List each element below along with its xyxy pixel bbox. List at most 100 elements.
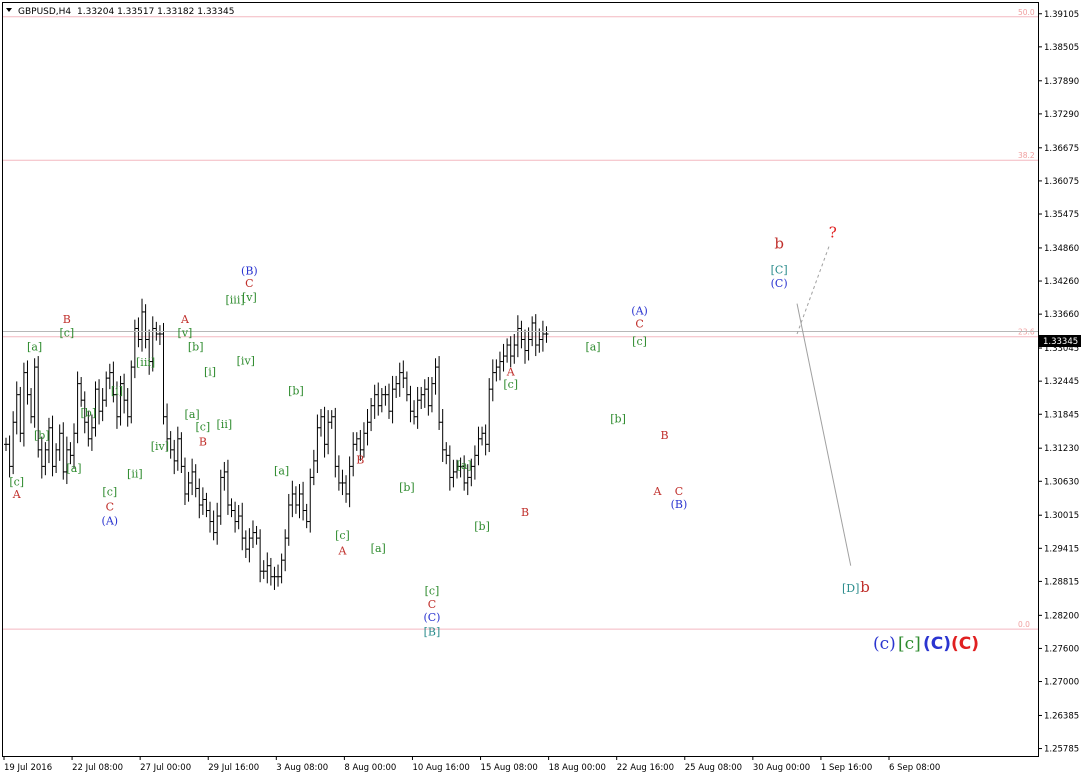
wave-label-1: [c]: [9, 476, 24, 489]
x-tick-label-8: 18 Aug 00:00: [549, 763, 606, 773]
wave-label-56: ?: [829, 223, 837, 241]
wave-label-43: B: [521, 506, 529, 519]
wave-label-37: (C): [423, 611, 440, 624]
big-wave-label-3: (C): [951, 634, 979, 654]
wave-label-23: (B): [241, 264, 258, 277]
wave-label-10: (A): [102, 514, 119, 527]
wave-label-50: A: [652, 485, 662, 498]
chart-background: [0, 0, 1081, 777]
x-tick-label-7: 15 Aug 08:00: [481, 763, 538, 773]
wave-label-6: [a]: [66, 462, 81, 475]
price-tag-text: 1.33345: [1043, 337, 1078, 347]
x-tick-label-6: 10 Aug 16:00: [412, 763, 469, 773]
x-tick-label-13: 6 Sep 08:00: [889, 763, 940, 773]
wave-label-21: B: [199, 435, 207, 448]
y-tick-label-20: 1.27000: [1044, 678, 1079, 688]
big-wave-labels: (c) [c] (C) (C): [873, 634, 979, 654]
x-tick-label-4: 3 Aug 08:00: [276, 763, 328, 773]
y-tick-label-16: 1.29415: [1044, 544, 1079, 554]
y-tick-label-3: 1.37290: [1044, 110, 1079, 120]
y-tick-label-21: 1.26385: [1044, 711, 1079, 721]
y-tick-label-6: 1.35475: [1044, 210, 1079, 220]
wave-label-34: [b]: [399, 481, 415, 494]
y-tick-label-4: 1.36675: [1044, 144, 1079, 154]
wave-label-24: C: [245, 277, 253, 290]
y-tick-label-0: 1.39105: [1044, 10, 1079, 20]
x-tick-label-5: 8 Aug 00:00: [344, 763, 396, 773]
wave-label-33: [a]: [371, 542, 386, 555]
wave-label-20: [c]: [195, 421, 210, 434]
x-tick-label-11: 30 Aug 00:00: [753, 763, 810, 773]
wave-label-51: C: [675, 485, 683, 498]
wave-label-54: [C]: [771, 263, 788, 276]
y-tick-label-15: 1.30015: [1044, 511, 1079, 521]
wave-label-18: [a]: [185, 408, 200, 421]
y-tick-label-5: 1.36075: [1044, 177, 1079, 187]
wave-label-13: [iii]: [136, 356, 155, 369]
x-tick-label-12: 1 Sep 16:00: [821, 763, 872, 773]
y-tick-label-12: 1.31845: [1044, 410, 1079, 420]
wave-label-55: (C): [771, 277, 788, 290]
wave-label-5: [c]: [59, 327, 74, 340]
wave-label-16: [v]: [178, 327, 193, 340]
wave-label-35: [c]: [425, 584, 440, 597]
y-tick-label-8: 1.34260: [1044, 277, 1079, 287]
y-tick-label-22: 1.25785: [1044, 745, 1079, 755]
wave-label-30: B: [356, 454, 364, 467]
y-tick-label-13: 1.31230: [1044, 444, 1079, 454]
wave-label-48: [c]: [632, 335, 647, 348]
wave-label-57: [D]: [842, 582, 859, 595]
current-price-tag: 1.33345: [1039, 335, 1081, 347]
wave-label-32: A: [337, 545, 347, 558]
x-tick-label-10: 25 Aug 08:00: [685, 763, 742, 773]
y-tick-label-17: 1.28815: [1044, 577, 1079, 587]
fib-label-1: 38.2: [1018, 151, 1035, 160]
wave-label-53: b: [774, 234, 784, 252]
wave-label-39: [a]: [457, 459, 472, 472]
wave-label-36: C: [428, 598, 436, 611]
x-tick-label-9: 22 Aug 16:00: [617, 763, 674, 773]
chart-window[interactable]: 50.0 38.2 23.6 0.0 A [c] [a] [b] B [c] [a] [b] [c] C…: [0, 0, 1081, 777]
wave-label-26: [v]: [242, 291, 257, 304]
wave-label-27: [iv]: [237, 354, 255, 367]
wave-label-41: A: [506, 365, 516, 378]
wave-label-58: b: [860, 578, 870, 596]
wave-label-22: [ii]: [217, 418, 233, 431]
fib-label-2: 23.6: [1018, 328, 1035, 337]
fib-label-0: 50.0: [1018, 8, 1035, 17]
wave-label-15: A: [180, 313, 190, 326]
big-wave-label-1: [c]: [898, 634, 921, 654]
wave-label-44: [a]: [585, 341, 600, 354]
y-tick-label-9: 1.33660: [1044, 310, 1079, 320]
x-tick-label-2: 27 Jul 00:00: [140, 763, 191, 773]
gbpusd-h4-chart[interactable]: 50.038.223.60.0 A[c][a][b]B[c][a][b][c]C…: [0, 0, 1081, 777]
symbol-label: GBPUSD,H4: [18, 7, 71, 17]
wave-label-38: [B]: [424, 626, 441, 639]
wave-label-49: B: [661, 429, 669, 442]
x-tick-label-3: 29 Jul 16:00: [208, 763, 259, 773]
x-tick-label-1: 22 Jul 08:00: [72, 763, 123, 773]
big-wave-label-2: (C): [923, 634, 951, 654]
y-tick-label-14: 1.30630: [1044, 477, 1079, 487]
y-tick-label-19: 1.27600: [1044, 644, 1079, 654]
ohlc-values: 1.33204 1.33517 1.33182 1.33345: [77, 7, 234, 17]
wave-label-31: [c]: [335, 529, 350, 542]
chart-header: GBPUSD,H4 1.33204 1.33517 1.33182 1.3334…: [6, 7, 234, 17]
wave-label-45: [b]: [610, 412, 626, 425]
y-tick-label-1: 1.38505: [1044, 43, 1079, 53]
wave-label-2: [a]: [27, 341, 42, 354]
wave-label-9: C: [106, 501, 114, 514]
wave-label-0: A: [12, 488, 22, 501]
wave-label-42: [c]: [503, 378, 518, 391]
wave-label-28: [b]: [288, 385, 304, 398]
y-tick-label-2: 1.37890: [1044, 77, 1079, 87]
y-tick-label-11: 1.32445: [1044, 377, 1079, 387]
wave-label-29: [a]: [274, 465, 289, 478]
wave-label-8: [c]: [102, 486, 117, 499]
wave-label-47: C: [635, 317, 643, 330]
wave-label-40: [b]: [474, 520, 490, 533]
wave-label-46: (A): [631, 305, 648, 318]
y-tick-label-18: 1.28200: [1044, 611, 1079, 621]
wave-label-3: [b]: [34, 429, 50, 442]
wave-label-12: [ii]: [127, 467, 143, 480]
